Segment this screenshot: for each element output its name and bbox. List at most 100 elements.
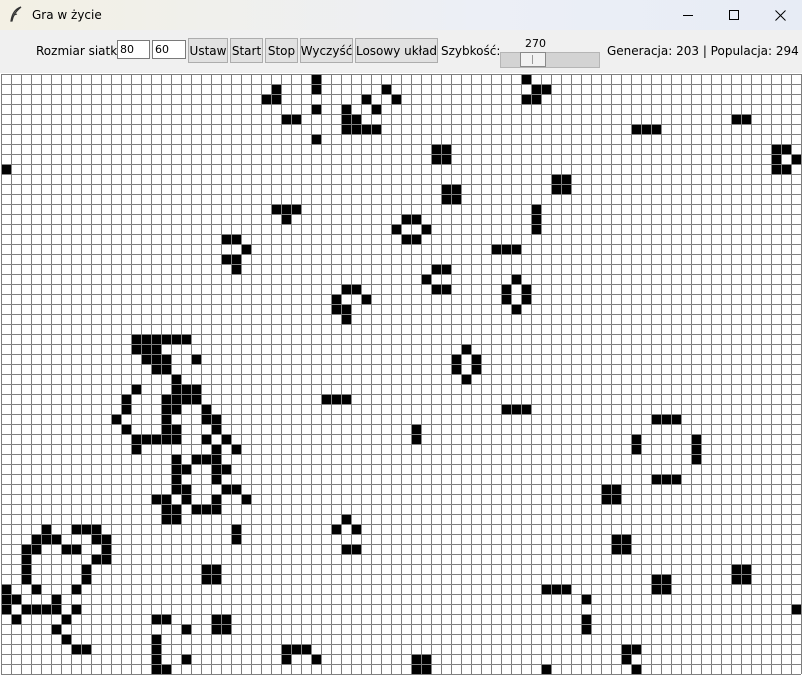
live-cell[interactable] xyxy=(351,544,361,554)
live-cell[interactable] xyxy=(171,484,181,494)
live-cell[interactable] xyxy=(781,144,791,154)
live-cell[interactable] xyxy=(391,94,401,104)
live-cell[interactable] xyxy=(341,544,351,554)
live-cell[interactable] xyxy=(351,284,361,294)
live-cell[interactable] xyxy=(211,474,221,484)
live-cell[interactable] xyxy=(191,394,201,404)
live-cell[interactable] xyxy=(161,414,171,424)
live-cell[interactable] xyxy=(521,74,531,84)
live-cell[interactable] xyxy=(151,654,161,664)
live-cell[interactable] xyxy=(171,374,181,384)
minimize-button[interactable] xyxy=(665,0,711,30)
live-cell[interactable] xyxy=(471,364,481,374)
live-cell[interactable] xyxy=(71,584,81,594)
live-cell[interactable] xyxy=(31,584,41,594)
live-cell[interactable] xyxy=(641,124,651,134)
live-cell[interactable] xyxy=(221,484,231,494)
live-cell[interactable] xyxy=(531,224,541,234)
live-cell[interactable] xyxy=(151,334,161,344)
live-cell[interactable] xyxy=(81,574,91,584)
live-cell[interactable] xyxy=(441,284,451,294)
live-cell[interactable] xyxy=(561,174,571,184)
live-cell[interactable] xyxy=(531,204,541,214)
live-cell[interactable] xyxy=(531,94,541,104)
live-cell[interactable] xyxy=(231,254,241,264)
live-cell[interactable] xyxy=(1,164,11,174)
live-cell[interactable] xyxy=(211,414,221,424)
live-cell[interactable] xyxy=(621,534,631,544)
live-cell[interactable] xyxy=(241,494,251,504)
live-cell[interactable] xyxy=(181,464,191,474)
live-cell[interactable] xyxy=(221,434,231,444)
live-cell[interactable] xyxy=(501,244,511,254)
live-cell[interactable] xyxy=(281,214,291,224)
live-cell[interactable] xyxy=(161,364,171,374)
live-cell[interactable] xyxy=(181,394,191,404)
grid-width-input[interactable] xyxy=(117,40,150,59)
live-cell[interactable] xyxy=(171,514,181,524)
live-cell[interactable] xyxy=(661,414,671,424)
live-cell[interactable] xyxy=(491,244,501,254)
live-cell[interactable] xyxy=(311,74,321,84)
live-cell[interactable] xyxy=(31,534,41,544)
live-cell[interactable] xyxy=(551,174,561,184)
live-cell[interactable] xyxy=(231,234,241,244)
live-cell[interactable] xyxy=(81,644,91,654)
live-cell[interactable] xyxy=(71,604,81,614)
live-cell[interactable] xyxy=(161,434,171,444)
live-cell[interactable] xyxy=(631,434,641,444)
live-cell[interactable] xyxy=(561,184,571,194)
live-cell[interactable] xyxy=(661,574,671,584)
live-cell[interactable] xyxy=(121,424,131,434)
live-cell[interactable] xyxy=(441,264,451,274)
live-cell[interactable] xyxy=(1,594,11,604)
live-cell[interactable] xyxy=(431,264,441,274)
live-cell[interactable] xyxy=(461,374,471,384)
live-cell[interactable] xyxy=(581,614,591,624)
live-cell[interactable] xyxy=(691,444,701,454)
live-cell[interactable] xyxy=(81,564,91,574)
live-cell[interactable] xyxy=(531,214,541,224)
live-cell[interactable] xyxy=(231,524,241,534)
live-cell[interactable] xyxy=(151,494,161,504)
live-cell[interactable] xyxy=(331,524,341,534)
live-cell[interactable] xyxy=(151,364,161,374)
live-cell[interactable] xyxy=(421,274,431,284)
live-cell[interactable] xyxy=(401,234,411,244)
live-cell[interactable] xyxy=(201,414,211,424)
live-cell[interactable] xyxy=(151,634,161,644)
live-cell[interactable] xyxy=(201,574,211,584)
live-cell[interactable] xyxy=(631,444,641,454)
live-cell[interactable] xyxy=(191,354,201,364)
live-cell[interactable] xyxy=(171,404,181,414)
live-cell[interactable] xyxy=(581,594,591,604)
set-size-button[interactable]: Ustaw xyxy=(188,38,228,63)
live-cell[interactable] xyxy=(231,444,241,454)
live-cell[interactable] xyxy=(201,404,211,414)
speed-slider-handle[interactable] xyxy=(519,52,546,67)
live-cell[interactable] xyxy=(741,574,751,584)
live-cell[interactable] xyxy=(741,564,751,574)
live-cell[interactable] xyxy=(421,664,431,674)
live-cell[interactable] xyxy=(281,654,291,664)
live-cell[interactable] xyxy=(601,484,611,494)
live-cell[interactable] xyxy=(501,294,511,304)
live-cell[interactable] xyxy=(431,284,441,294)
live-cell[interactable] xyxy=(511,244,521,254)
live-cell[interactable] xyxy=(131,334,141,344)
live-cell[interactable] xyxy=(341,104,351,114)
grid-height-input[interactable] xyxy=(152,40,186,59)
live-cell[interactable] xyxy=(151,614,161,624)
live-cell[interactable] xyxy=(451,354,461,364)
live-cell[interactable] xyxy=(41,604,51,614)
live-cell[interactable] xyxy=(211,424,221,434)
live-cell[interactable] xyxy=(471,354,481,364)
live-cell[interactable] xyxy=(671,414,681,424)
live-cell[interactable] xyxy=(41,524,51,534)
live-cell[interactable] xyxy=(111,414,121,424)
live-cell[interactable] xyxy=(441,184,451,194)
close-button[interactable] xyxy=(757,0,802,30)
live-cell[interactable] xyxy=(161,394,171,404)
live-cell[interactable] xyxy=(341,114,351,124)
live-cell[interactable] xyxy=(501,284,511,294)
